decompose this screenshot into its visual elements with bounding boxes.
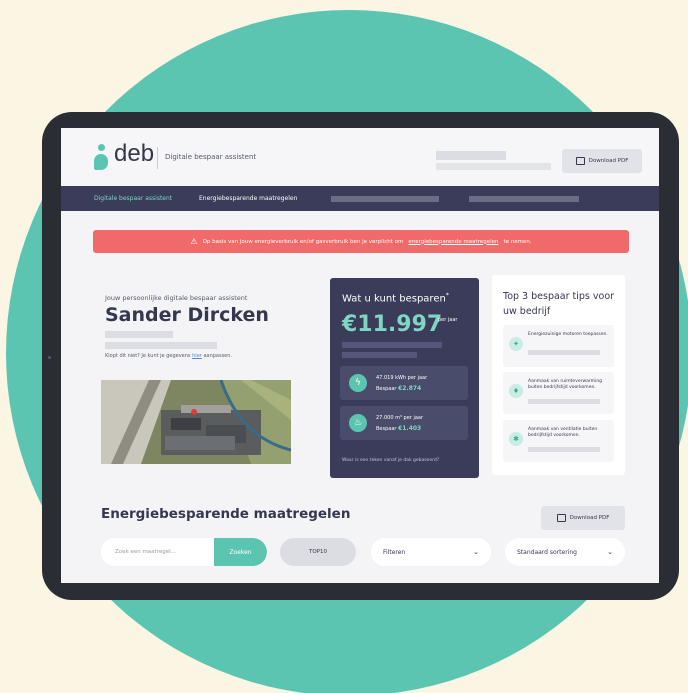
- tip-text: Aanmaak van ventilatie buiten bedrijfsti…: [528, 427, 598, 438]
- savings-placeholder: [342, 342, 442, 348]
- savings-footnote-link[interactable]: Waar is een teken vanaf je dak gebaseerd…: [342, 458, 439, 463]
- app-header: deb Digitale bespaar assistent Download …: [61, 128, 659, 186]
- savings-card: Wat u kunt besparen* €11.997 per jaar ϟ …: [330, 278, 479, 478]
- tip-item[interactable]: ✦ Energiezuinige motoren toepassen.: [503, 325, 614, 367]
- header-divider: [157, 147, 158, 169]
- aerial-map[interactable]: [101, 380, 291, 464]
- alert-link[interactable]: energiebesparende maatregelen: [408, 239, 498, 245]
- tip-item[interactable]: ♦ Aanmaak van ruimteverwarming buiten be…: [503, 372, 614, 414]
- fan-icon: ✱: [509, 432, 523, 446]
- savings-amount: €11.997: [342, 312, 443, 337]
- savings-placeholder: [342, 352, 417, 358]
- download-pdf-label: Download PDF: [588, 158, 629, 164]
- lightbulb-icon: ✦: [509, 337, 523, 351]
- deb-logo-icon[interactable]: [94, 144, 110, 170]
- main-nav: Digitale bespaar assistent Energiebespar…: [61, 186, 659, 211]
- tip-placeholder: [528, 447, 600, 452]
- filter-label: Filteren: [383, 548, 406, 556]
- savings-per-year: per jaar: [438, 317, 458, 323]
- filter-dropdown[interactable]: Filteren ⌄: [371, 538, 491, 566]
- gas-usage: 27.000 m³ per jaar: [376, 415, 424, 421]
- measures-title: Energiebesparende maatregelen: [101, 506, 351, 522]
- tips-card: Top 3 bespaar tips voor uw bedrijf ✦ Ene…: [492, 275, 625, 475]
- search-input[interactable]: [101, 538, 214, 566]
- tip-placeholder: [528, 399, 600, 404]
- nav-placeholder: [331, 196, 439, 202]
- sort-label: Standaard sortering: [517, 548, 577, 556]
- electricity-saving: ϟ 47.019 kWh per jaar Bespaar €2.874: [340, 366, 468, 400]
- nav-item-maatregelen[interactable]: Energiebesparende maatregelen: [199, 195, 297, 202]
- warning-icon: ⚠: [190, 237, 198, 246]
- edit-details-text: Klopt dit niet? Je kunt je gegevens hier…: [105, 353, 232, 359]
- alert-text: Op basis van jouw energieverbruik en/of …: [202, 238, 404, 245]
- saving-prefix: Bespaar: [376, 426, 397, 432]
- app-tagline: Digitale bespaar assistent: [165, 153, 257, 161]
- address-placeholder: [105, 331, 173, 338]
- alert-suffix: te nemen.: [503, 238, 532, 245]
- sort-dropdown[interactable]: Standaard sortering ⌄: [505, 538, 625, 566]
- tips-title: Top 3 bespaar tips voor uw bedrijf: [503, 291, 615, 317]
- download-pdf-button[interactable]: Download PDF: [541, 506, 625, 530]
- chevron-down-icon: ⌄: [607, 548, 613, 556]
- download-pdf-label: Download PDF: [569, 515, 610, 521]
- savings-title: Wat u kunt besparen*: [342, 292, 449, 304]
- savings-title-mark: *: [445, 292, 449, 299]
- logo-text[interactable]: deb: [114, 140, 154, 168]
- flame-icon: ♨: [349, 414, 367, 432]
- address-placeholder: [105, 342, 217, 349]
- fix-text: Klopt dit niet? Je kunt je gegevens: [105, 353, 191, 359]
- lightning-icon: ϟ: [349, 374, 367, 392]
- search-bar: Zoeken: [101, 538, 267, 566]
- tip-text: Aanmaak van ruimteverwarming buiten bedr…: [528, 379, 603, 390]
- savings-title-text: Wat u kunt besparen: [342, 293, 446, 305]
- download-pdf-button[interactable]: Download PDF: [562, 149, 642, 173]
- header-placeholder: [436, 163, 551, 170]
- gas-saving-value: €1.403: [398, 425, 422, 432]
- electricity-usage: 47.019 kWh per jaar: [376, 375, 428, 381]
- fix-suffix: aanpassen.: [203, 353, 233, 359]
- thermostat-icon: ♦: [509, 384, 523, 398]
- alert-banner: ⚠ Op basis van jouw energieverbruik en/o…: [93, 230, 629, 253]
- tip-placeholder: [528, 350, 600, 355]
- chevron-down-icon: ⌄: [473, 548, 479, 556]
- tablet-camera: [48, 356, 51, 359]
- app-screen: deb Digitale bespaar assistent Download …: [61, 128, 659, 583]
- top10-button[interactable]: TOP10: [280, 538, 356, 566]
- saving-prefix: Bespaar: [376, 386, 397, 392]
- search-button[interactable]: Zoeken: [214, 538, 267, 566]
- nav-placeholder: [469, 196, 579, 202]
- profile-name: Sander Dircken: [105, 304, 269, 326]
- electricity-saving-line: Bespaar €2.874: [376, 385, 421, 392]
- electricity-saving-value: €2.874: [398, 385, 422, 392]
- printer-icon: [575, 157, 585, 165]
- header-placeholder: [436, 151, 506, 160]
- gas-saving: ♨ 27.000 m³ per jaar Bespaar €1.403: [340, 406, 468, 440]
- gas-saving-line: Bespaar €1.403: [376, 425, 421, 432]
- aerial-map-image: [101, 380, 291, 464]
- tip-text: Energiezuinige motoren toepassen.: [528, 332, 608, 337]
- tip-item[interactable]: ✱ Aanmaak van ventilatie buiten bedrijfs…: [503, 420, 614, 462]
- printer-icon: [556, 514, 566, 522]
- nav-item-assistent[interactable]: Digitale bespaar assistent: [94, 195, 172, 202]
- profile-subtitle: Jouw persoonlijke digitale bespaar assis…: [105, 294, 248, 302]
- edit-details-link[interactable]: hier: [192, 353, 202, 359]
